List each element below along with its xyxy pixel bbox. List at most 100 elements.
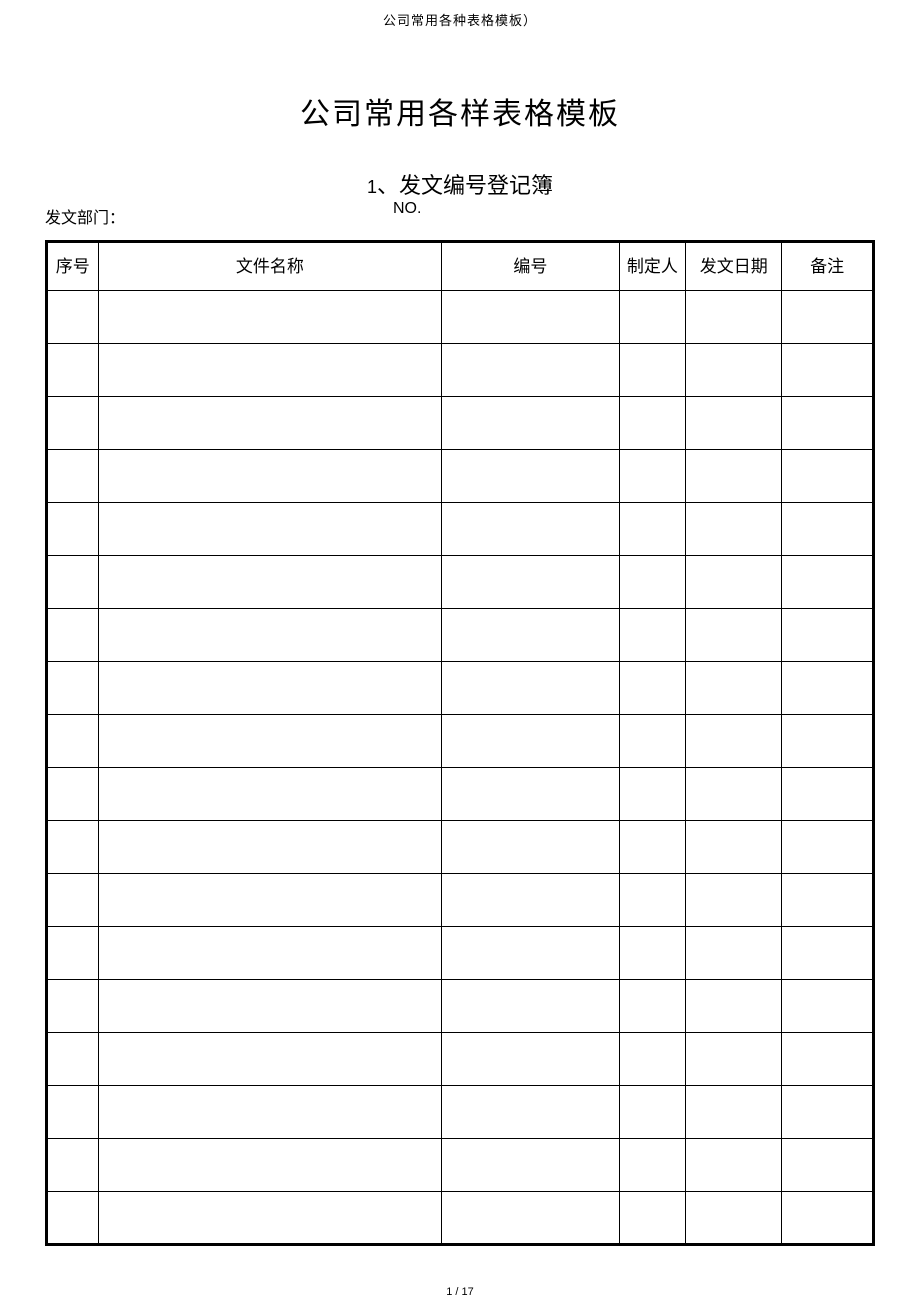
cell-code (442, 291, 620, 344)
table-row (47, 1192, 874, 1245)
cell-name (98, 1139, 442, 1192)
cell-name (98, 1086, 442, 1139)
meta-row: 发文部门： NO. (45, 204, 875, 232)
cell-name (98, 662, 442, 715)
cell-remark (782, 927, 874, 980)
table-row (47, 503, 874, 556)
cell-author (619, 768, 685, 821)
cell-seq (47, 821, 99, 874)
cell-author (619, 821, 685, 874)
cell-author (619, 503, 685, 556)
cell-seq (47, 768, 99, 821)
cell-code (442, 768, 620, 821)
cell-remark (782, 1139, 874, 1192)
sub-title: 1、发文编号登记簿 (45, 168, 875, 200)
cell-remark (782, 503, 874, 556)
cell-remark (782, 1033, 874, 1086)
cell-code (442, 821, 620, 874)
cell-author (619, 1086, 685, 1139)
cell-remark (782, 662, 874, 715)
cell-name (98, 291, 442, 344)
table-row (47, 1086, 874, 1139)
cell-name (98, 397, 442, 450)
cell-code (442, 874, 620, 927)
table-row (47, 344, 874, 397)
table-row (47, 980, 874, 1033)
cell-date (686, 1139, 782, 1192)
cell-name (98, 450, 442, 503)
col-header-author: 制定人 (619, 242, 685, 291)
cell-author (619, 1139, 685, 1192)
cell-code (442, 715, 620, 768)
cell-remark (782, 344, 874, 397)
cell-author (619, 662, 685, 715)
cell-seq (47, 397, 99, 450)
col-header-remark: 备注 (782, 242, 874, 291)
cell-seq (47, 715, 99, 768)
cell-remark (782, 450, 874, 503)
no-label: NO. (393, 200, 421, 218)
cell-name (98, 503, 442, 556)
table-row (47, 609, 874, 662)
cell-remark (782, 768, 874, 821)
cell-remark (782, 1086, 874, 1139)
cell-date (686, 1192, 782, 1245)
cell-seq (47, 450, 99, 503)
table-row (47, 1139, 874, 1192)
cell-code (442, 1033, 620, 1086)
cell-remark (782, 609, 874, 662)
cell-date (686, 927, 782, 980)
cell-seq (47, 1086, 99, 1139)
form-table: 序号 文件名称 编号 制定人 发文日期 备注 (45, 240, 875, 1246)
table-header-row: 序号 文件名称 编号 制定人 发文日期 备注 (47, 242, 874, 291)
cell-author (619, 1033, 685, 1086)
table-row (47, 450, 874, 503)
table-row (47, 397, 874, 450)
cell-name (98, 556, 442, 609)
cell-remark (782, 715, 874, 768)
cell-author (619, 609, 685, 662)
cell-name (98, 980, 442, 1033)
cell-date (686, 344, 782, 397)
cell-date (686, 662, 782, 715)
cell-seq (47, 1033, 99, 1086)
cell-seq (47, 662, 99, 715)
cell-code (442, 609, 620, 662)
cell-code (442, 1086, 620, 1139)
cell-code (442, 927, 620, 980)
cell-author (619, 450, 685, 503)
cell-author (619, 1192, 685, 1245)
cell-date (686, 291, 782, 344)
cell-seq (47, 1192, 99, 1245)
cell-date (686, 980, 782, 1033)
main-title: 公司常用各样表格模板 (45, 89, 875, 133)
page-header: 公司常用各种表格模板） (45, 10, 875, 29)
cell-seq (47, 344, 99, 397)
col-header-seq: 序号 (47, 242, 99, 291)
table-row (47, 874, 874, 927)
table-row (47, 768, 874, 821)
cell-seq (47, 927, 99, 980)
cell-code (442, 662, 620, 715)
cell-remark (782, 821, 874, 874)
cell-remark (782, 874, 874, 927)
cell-seq (47, 980, 99, 1033)
cell-author (619, 927, 685, 980)
cell-name (98, 821, 442, 874)
cell-name (98, 927, 442, 980)
sub-title-number: 1 (367, 177, 377, 197)
page: 公司常用各种表格模板） 公司常用各样表格模板 1、发文编号登记簿 发文部门： N… (0, 10, 920, 1298)
table-row (47, 1033, 874, 1086)
cell-code (442, 450, 620, 503)
cell-date (686, 1033, 782, 1086)
cell-date (686, 556, 782, 609)
cell-name (98, 609, 442, 662)
cell-code (442, 556, 620, 609)
cell-date (686, 609, 782, 662)
cell-remark (782, 397, 874, 450)
cell-name (98, 874, 442, 927)
table-row (47, 821, 874, 874)
cell-date (686, 715, 782, 768)
cell-code (442, 503, 620, 556)
col-header-name: 文件名称 (98, 242, 442, 291)
